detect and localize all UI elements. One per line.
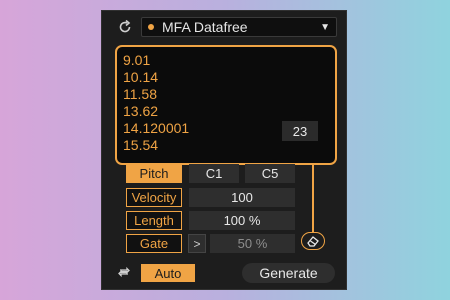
preset-dot-icon [148,24,154,30]
list-item: 13.62 [123,103,159,119]
gate-arrow-button[interactable]: > [188,234,206,253]
count-display[interactable]: 23 [282,121,318,141]
list-item: 10.14 [123,69,159,85]
eraser-icon[interactable] [301,232,325,250]
connector-wire [312,165,314,232]
list-item: 14.120001 [123,120,190,136]
length-toggle[interactable]: Length [126,211,182,230]
velocity-field[interactable]: 100 [189,188,295,207]
list-item: 9.01 [123,52,151,68]
chevron-down-icon: ▼ [320,21,330,33]
generate-button[interactable]: Generate [242,263,335,283]
list-item: 11.58 [123,86,157,102]
auto-button[interactable]: Auto [141,264,195,282]
gate-field[interactable]: 50 % [210,234,295,253]
pitch-toggle[interactable]: Pitch [126,164,182,183]
list-item: 15.54 [123,137,159,153]
pitch-low-field[interactable]: C1 [189,164,239,183]
gate-toggle[interactable]: Gate [126,234,182,253]
device-panel: MFA Datafree ▼ 9.01 10.14 11.58 13.62 14… [101,10,347,290]
refresh-icon[interactable] [116,18,134,36]
length-field[interactable]: 100 % [189,211,295,230]
preset-name: MFA Datafree [162,19,248,35]
pitch-high-field[interactable]: C5 [245,164,295,183]
velocity-toggle[interactable]: Velocity [126,188,182,207]
preset-dropdown[interactable]: MFA Datafree ▼ [141,17,337,37]
value-list[interactable]: 9.01 10.14 11.58 13.62 14.120001 15.54 [115,45,337,165]
loop-icon[interactable] [116,264,132,280]
